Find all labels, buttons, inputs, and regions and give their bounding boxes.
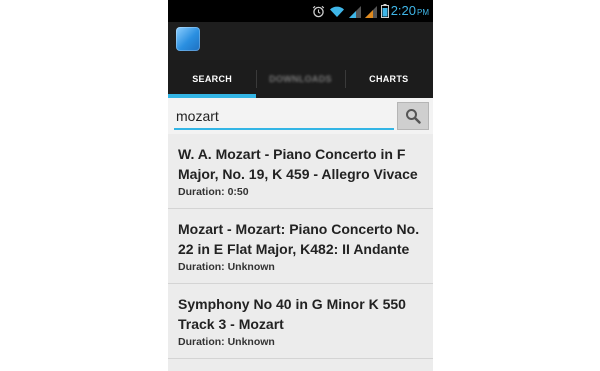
list-item[interactable]: Symphony No 40 in G Minor K 550 Track 3 … (168, 284, 433, 359)
result-duration: Duration: 0:50 (178, 186, 249, 198)
signal-icon (365, 6, 377, 18)
result-title: Symphony No 40 in G Minor K 550 Track 3 … (178, 296, 406, 332)
tab-charts-label: CHARTS (369, 74, 409, 84)
action-bar (168, 22, 433, 60)
status-bar: 2:20PM (168, 0, 433, 22)
result-title: W. A. Mozart - Piano Concerto in F Major… (178, 146, 418, 182)
tab-search-label: SEARCH (192, 74, 233, 84)
list-item[interactable]: Mozart - Mozart: Piano Concerto No. 22 i… (168, 209, 433, 284)
tab-downloads[interactable]: DOWNLOADS (256, 60, 344, 98)
tab-charts[interactable]: CHARTS (344, 60, 433, 98)
battery-icon (381, 4, 389, 18)
alarm-icon (312, 5, 325, 18)
tab-downloads-label: DOWNLOADS (269, 74, 332, 84)
result-duration: Duration: Unknown (178, 261, 275, 273)
result-title: Mozart - Mozart: Piano Concerto No. 22 i… (178, 221, 420, 257)
result-duration: Duration: Unknown (178, 336, 275, 348)
search-row (168, 98, 433, 134)
results-list: W. A. Mozart - Piano Concerto in F Major… (168, 134, 433, 359)
wifi-icon (330, 6, 344, 18)
app-icon[interactable] (176, 27, 200, 51)
phone-screen: 2:20PM SEARCH DOWNLOADS CHARTS W. A. Moz… (168, 0, 433, 371)
status-time: 2:20PM (391, 3, 429, 21)
list-item[interactable]: W. A. Mozart - Piano Concerto in F Major… (168, 134, 433, 209)
search-icon (406, 109, 421, 124)
tab-bar: SEARCH DOWNLOADS CHARTS (168, 60, 433, 98)
search-button[interactable] (397, 102, 429, 130)
signal-icon (349, 6, 361, 18)
tab-search[interactable]: SEARCH (168, 60, 257, 98)
status-icons (312, 4, 389, 18)
ampm-text: PM (417, 8, 429, 17)
search-input[interactable] (174, 104, 394, 130)
time-text: 2:20 (390, 3, 416, 18)
